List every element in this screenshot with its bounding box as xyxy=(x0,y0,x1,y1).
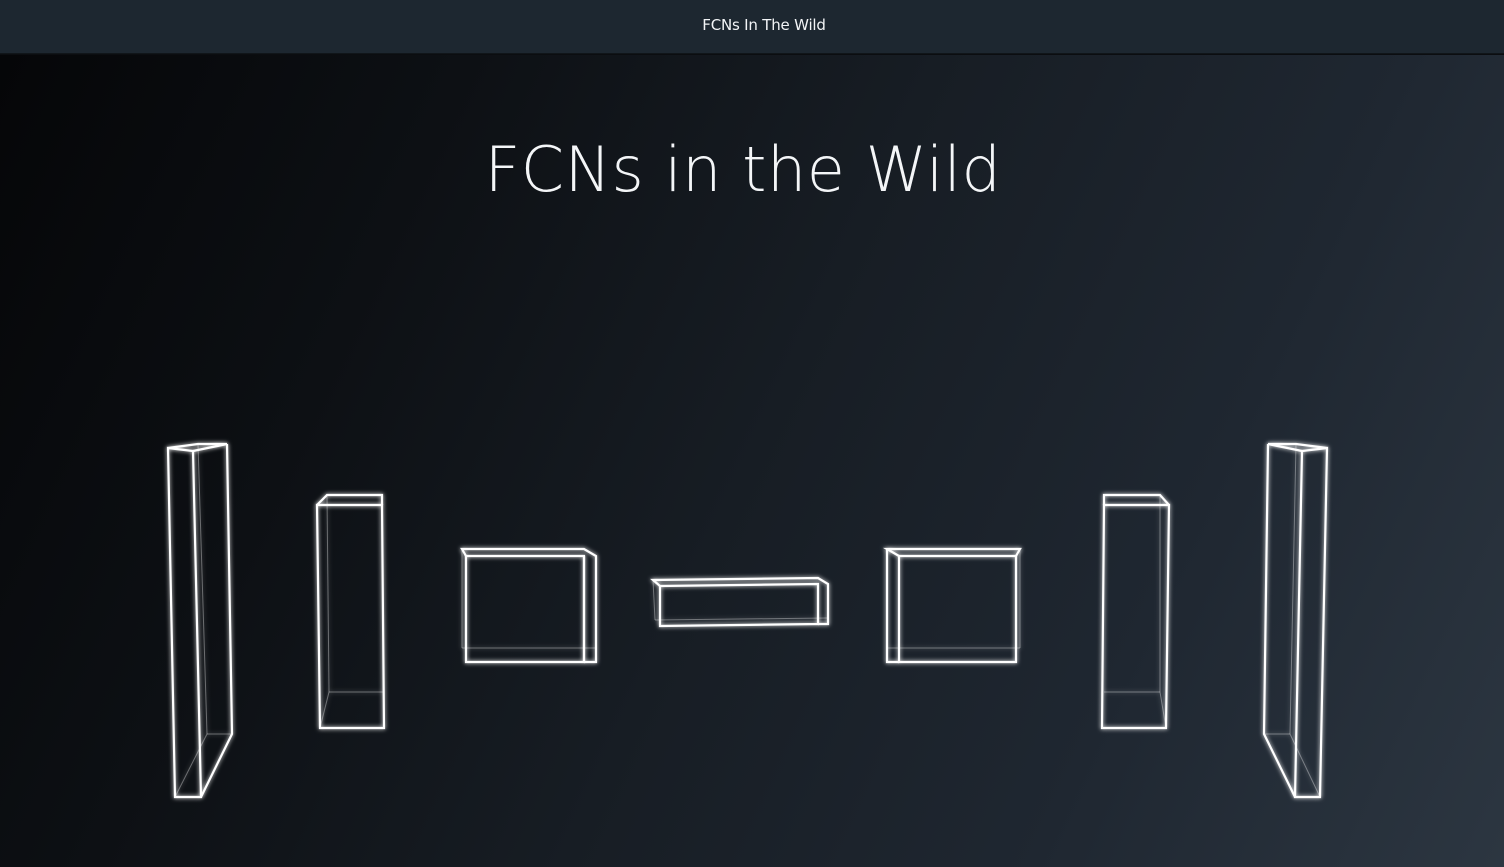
decoder-layer-1-box xyxy=(882,547,1022,664)
top-navigation-bar: FCNs In The Wild xyxy=(0,0,1504,54)
decoder-layer-2-box xyxy=(1100,493,1171,730)
fcn-architecture-illustration xyxy=(166,442,1329,799)
encoder-layer-3-box xyxy=(460,547,598,664)
hero-section: FCNs in the Wild xyxy=(0,55,1504,867)
encoder-layer-1-box xyxy=(166,442,234,799)
site-title[interactable]: FCNs In The Wild xyxy=(702,16,826,34)
decoder-layer-3-box xyxy=(1262,442,1329,799)
encoder-layer-2-box xyxy=(315,493,386,730)
bottleneck-layer-box xyxy=(650,576,830,628)
